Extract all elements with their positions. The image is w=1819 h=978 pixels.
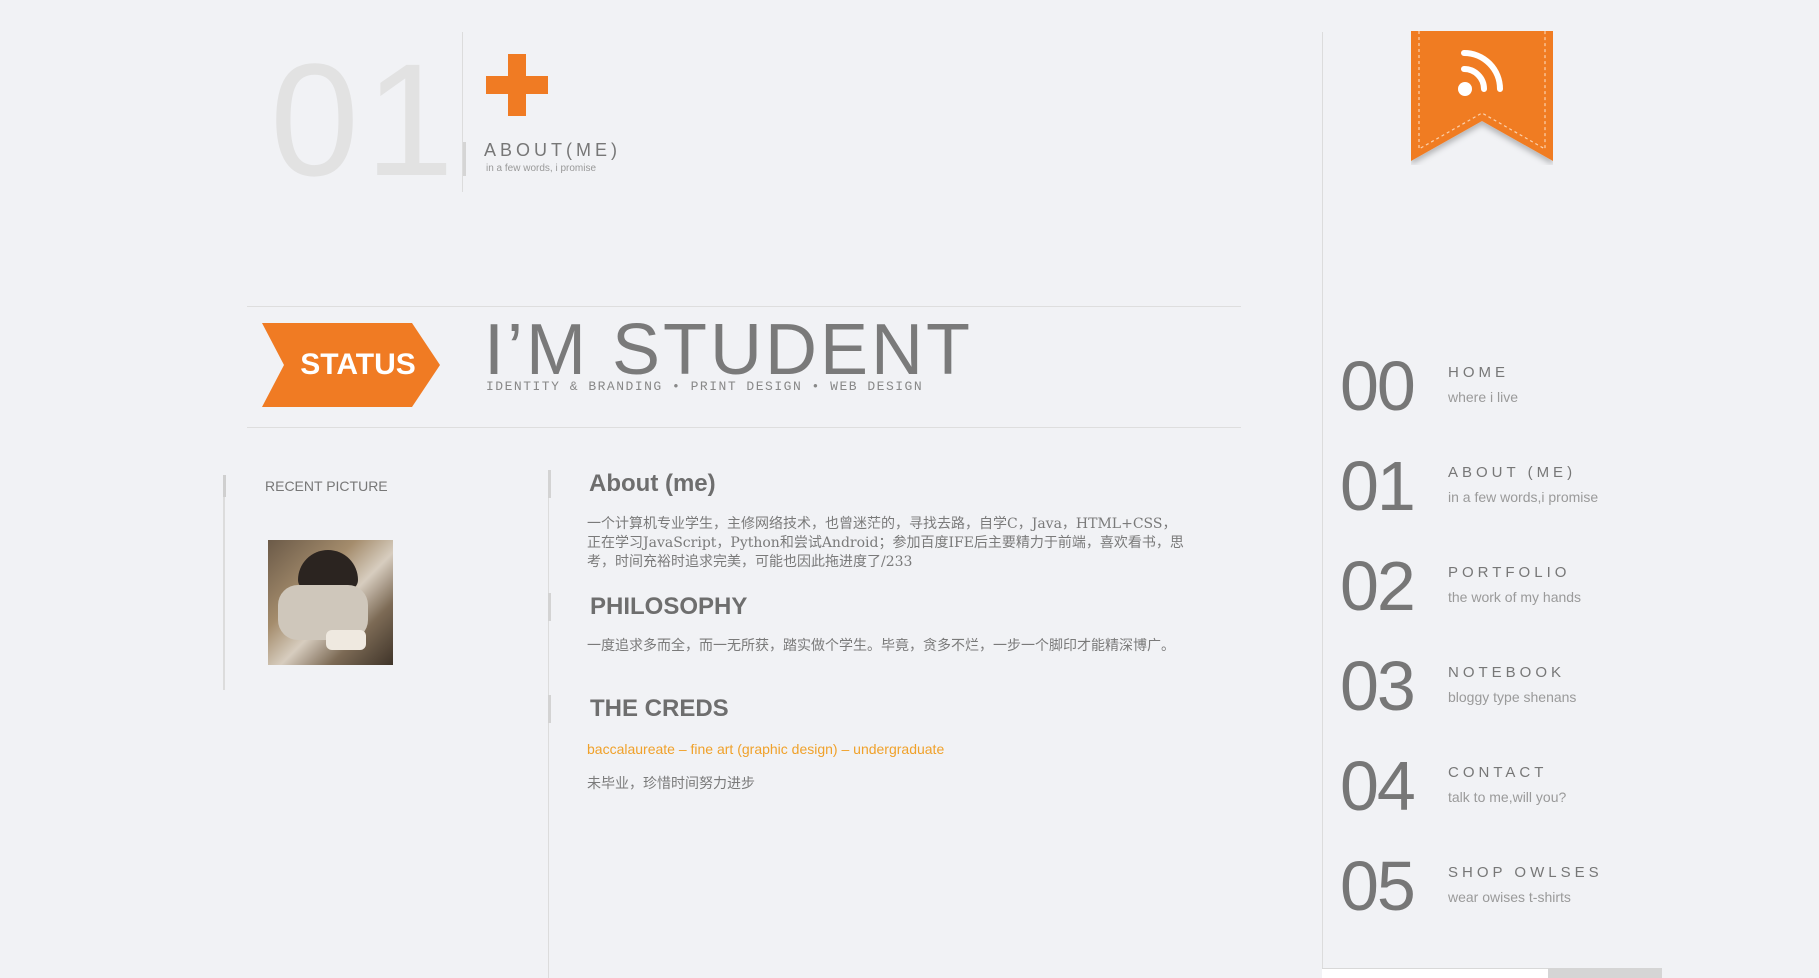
nav-item-about[interactable]: 01 ABOUT (ME) in a few words,i promise [1340, 446, 1760, 526]
nav-title[interactable]: HOME [1448, 364, 1509, 381]
about-text: 一个计算机专业学生，主修网络技术，也曾迷茫的，寻找去路，自学C，Java，HTM… [587, 516, 1184, 570]
nav-subtitle: where i live [1448, 389, 1519, 405]
philosophy-text: 一度追求多而全，而一无所获，踏实做个学生。毕竟，贪多不烂，一步一个脚印才能精深博… [587, 638, 1175, 654]
nav-title[interactable]: CONTACT [1448, 764, 1547, 781]
section-title: ABOUT(ME) [484, 140, 621, 160]
nav-item-home[interactable]: 00 HOME where i live [1340, 346, 1760, 426]
nav-subtitle: in a few words,i promise [1448, 489, 1599, 505]
nav-item-portfolio[interactable]: 02 PORTFOLIO the work of my hands [1340, 546, 1760, 626]
about-heading-mark [548, 470, 551, 498]
status-badge-label: STATUS [300, 348, 416, 381]
recent-picture[interactable] [268, 540, 393, 665]
creds-heading: THE CREDS [590, 695, 729, 722]
search-button[interactable] [1548, 968, 1662, 978]
header-divider-mark [463, 142, 466, 176]
nav-item-shop[interactable]: 05 SHOP OWLSES wear owises t-shirts [1340, 846, 1760, 926]
nav-title[interactable]: PORTFOLIO [1448, 564, 1570, 581]
rss-icon[interactable] [1411, 31, 1553, 165]
nav-title[interactable]: SHOP OWLSES [1448, 864, 1603, 881]
philosophy-heading-mark [548, 593, 551, 621]
section-subtitle: in a few words, i promise [486, 163, 597, 174]
recent-picture-label: RECENT PICTURE [265, 478, 388, 494]
page: 01 ABOUT(ME) in a few words, i promise S… [0, 0, 1819, 978]
nav-number: 03 [1340, 647, 1416, 725]
philosophy-heading: PHILOSOPHY [590, 593, 748, 620]
nav-title[interactable]: ABOUT (ME) [1448, 464, 1576, 481]
section-number: 01 [270, 30, 460, 209]
nav-item-notebook[interactable]: 03 NOTEBOOK bloggy type shenans [1340, 646, 1760, 726]
creds-heading-mark [548, 695, 551, 723]
about-heading: About (me) [589, 470, 716, 497]
status-headline: I’M STUDENT [484, 310, 973, 390]
left-column-rule [223, 475, 225, 690]
creds-degree: baccalaureate – fine art (graphic design… [587, 741, 945, 757]
nav-item-contact[interactable]: 04 CONTACT talk to me,will you? [1340, 746, 1760, 826]
nav-number: 00 [1340, 347, 1416, 425]
status-tagline: IDENTITY & BRANDING • PRINT DESIGN • WEB… [486, 379, 924, 394]
divider-bottom [247, 427, 1241, 428]
nav-subtitle: wear owises t-shirts [1448, 889, 1571, 905]
divider-top [247, 306, 1241, 307]
nav-number: 02 [1340, 547, 1416, 625]
main-column-rule [548, 470, 549, 978]
left-column-mark [223, 475, 226, 497]
nav-divider [1322, 32, 1323, 978]
creds-text: 未毕业，珍惜时间努力进步 [587, 776, 755, 792]
nav-number: 04 [1340, 747, 1416, 825]
nav-subtitle: talk to me,will you? [1448, 789, 1567, 805]
nav-subtitle: bloggy type shenans [1448, 689, 1577, 705]
nav-subtitle: the work of my hands [1448, 589, 1582, 605]
search-input[interactable] [1322, 968, 1548, 978]
nav-title[interactable]: NOTEBOOK [1448, 664, 1565, 681]
nav-number: 05 [1340, 847, 1416, 925]
nav-number: 01 [1340, 447, 1416, 525]
